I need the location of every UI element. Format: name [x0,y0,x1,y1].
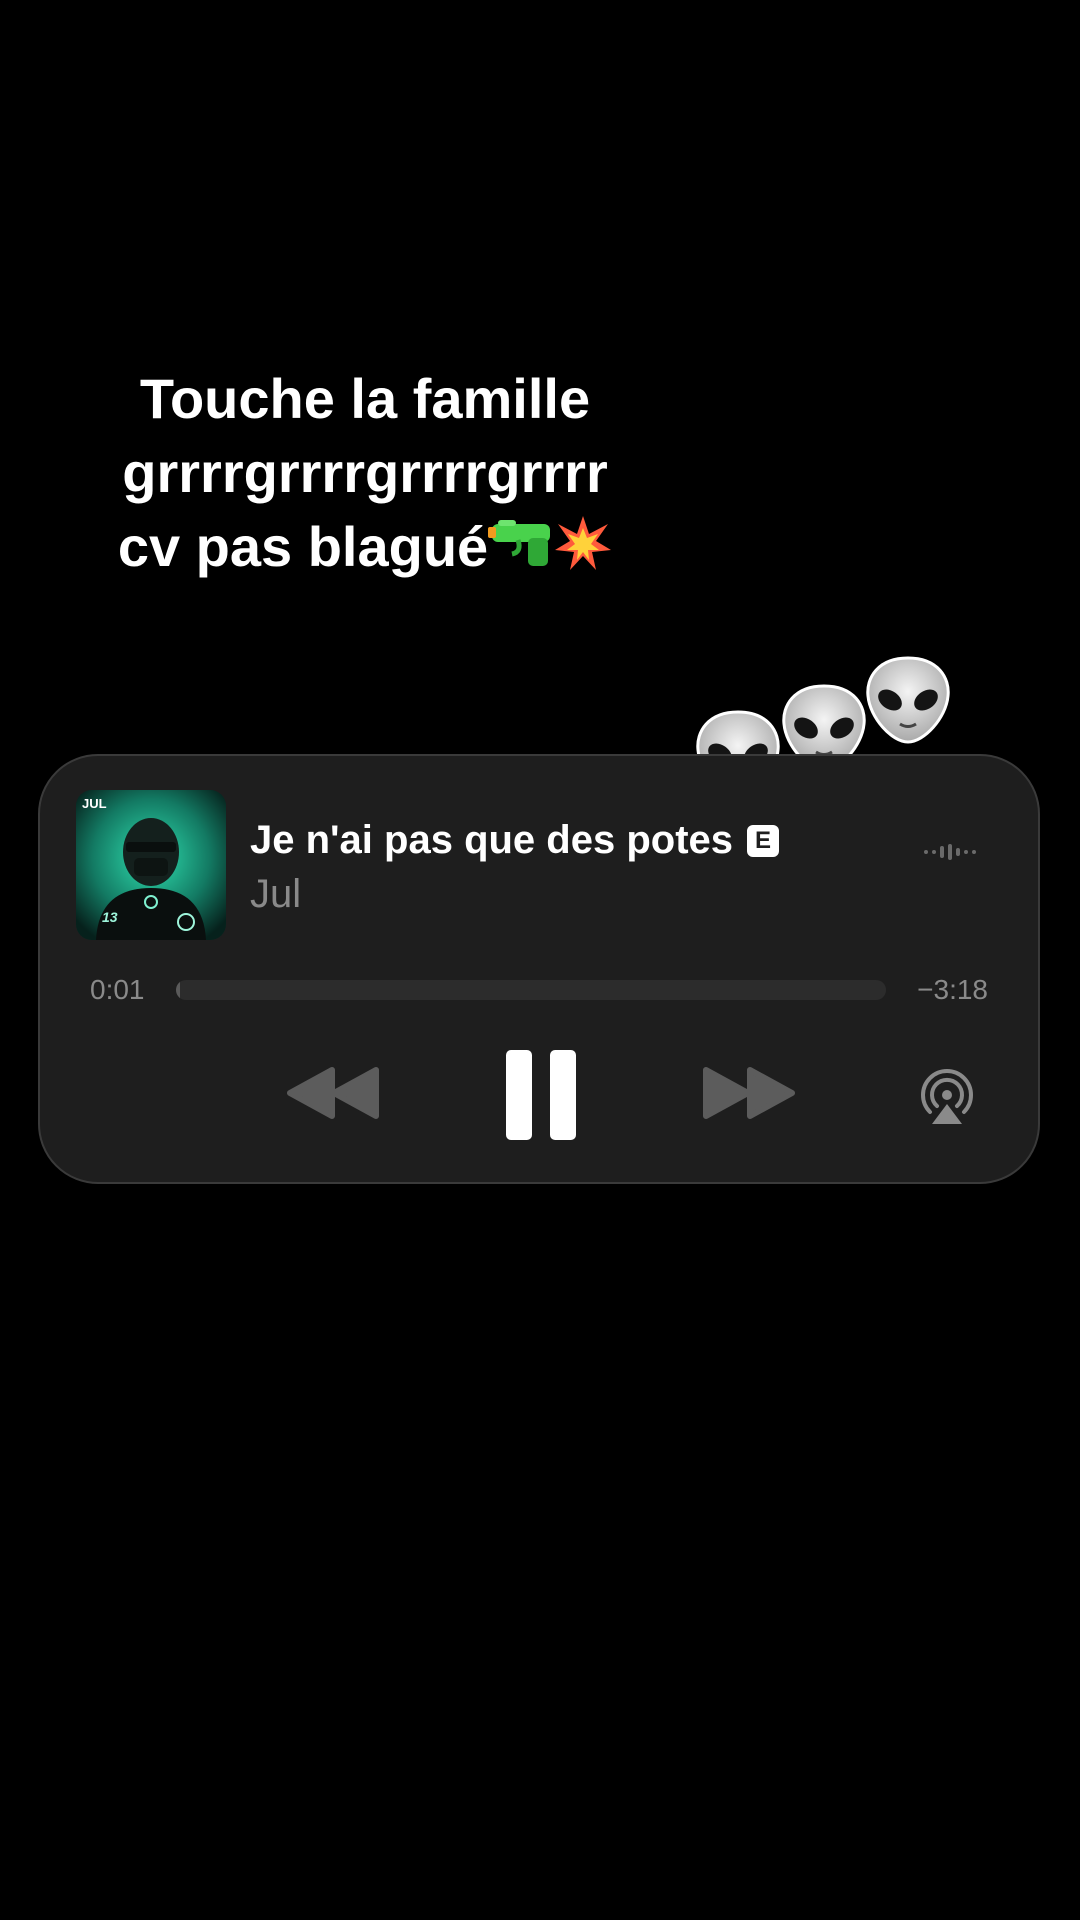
caption-line-3-text: cv pas blagué [117,515,489,578]
track-title-row: Je n'ai pas que des potes E [250,818,780,863]
backward-icon [287,1067,379,1119]
water-pistol-icon [488,514,554,566]
progress-fill [176,980,181,1000]
caption-line-3: cv pas blagué [80,510,650,584]
now-playing-card[interactable]: 13 JUL Je n'ai pas que des potes E Jul 0… [38,754,1040,1184]
time-elapsed: 0:01 [90,974,145,1005]
collision-icon [554,514,612,572]
forward-button[interactable] [702,1064,796,1122]
artwork-number: 13 [102,909,118,925]
track-artist[interactable]: Jul [250,872,301,917]
caption-line-1: Touche la famille [139,367,591,430]
airplay-button[interactable] [918,1068,976,1126]
explicit-badge: E [747,824,780,857]
pause-button[interactable] [504,1048,578,1142]
rewind-button[interactable] [286,1064,380,1122]
alien-icon [860,652,956,748]
airplay-icon [921,1069,973,1124]
album-artwork[interactable]: 13 JUL [76,790,226,940]
time-remaining: −3:18 [917,974,988,1005]
caption-text: Touche la famille grrrrgrrrrgrrrrgrrrr c… [80,362,650,584]
waveform-icon [924,840,980,864]
pause-icon [506,1050,576,1140]
progress-scrubber[interactable] [176,980,886,1000]
track-title: Je n'ai pas que des potes [250,818,734,862]
artwork-label: JUL [82,796,107,811]
forward-icon [703,1067,795,1119]
caption-line-2: grrrrgrrrrgrrrrgrrrr [122,441,608,504]
